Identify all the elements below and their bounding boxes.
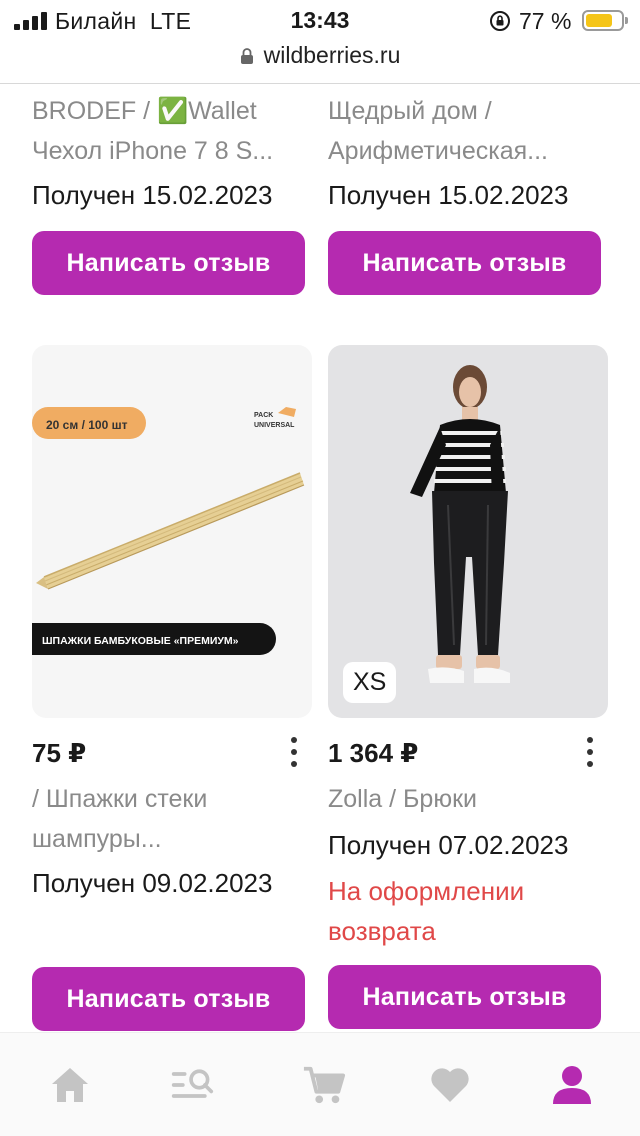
received-date: Получен 15.02.2023: [32, 180, 273, 210]
product-card[interactable]: XS 1 364 ₽ Zolla / Брюки Получен 07.02.2…: [328, 345, 608, 1029]
product-card[interactable]: BRODEF / ✅Wallet Чехол iPhone 7 8 S... П…: [32, 91, 312, 295]
product-card[interactable]: Щедрый дом / Арифметическая... Получен 1…: [328, 91, 608, 295]
product-price: 75 ₽: [32, 738, 87, 768]
secure-lock-icon: [240, 47, 253, 64]
status-bar: Билайн LTE 13:43 77 %: [0, 0, 640, 40]
url-text[interactable]: wildberries.ru: [264, 42, 401, 69]
brand-line: PACK: [254, 412, 273, 419]
more-options-icon[interactable]: [586, 737, 594, 769]
battery-icon: [582, 10, 628, 31]
size-tag-text: 20 см / 100 шт: [46, 418, 128, 432]
received-date: Получен 09.02.2023: [32, 868, 273, 898]
product-subtitle-line[interactable]: / Шпажки стеки: [32, 779, 312, 819]
nav-profile[interactable]: [550, 1063, 594, 1107]
purchases-grid: BRODEF / ✅Wallet Чехол iPhone 7 8 S... П…: [0, 85, 640, 1032]
return-status-line: возврата: [328, 916, 436, 946]
product-subtitle-line[interactable]: Щедрый дом /: [328, 91, 608, 131]
nav-favorites[interactable]: [428, 1063, 472, 1107]
return-status-line: На оформлении: [328, 876, 525, 906]
orientation-lock-icon: [490, 11, 510, 31]
received-date: Получен 07.02.2023: [328, 830, 569, 860]
home-icon: [52, 1068, 88, 1102]
write-review-button[interactable]: Написать отзыв: [32, 967, 305, 1031]
profile-icon: [553, 1066, 591, 1104]
product-banner-text: ШПАЖКИ БАМБУКОВЫЕ «ПРЕМИУМ»: [42, 635, 239, 647]
nav-catalog-search[interactable]: [170, 1063, 214, 1107]
price-row: 75 ₽: [32, 731, 312, 775]
brand-logo-mark: [278, 407, 296, 417]
cart-icon: [303, 1066, 346, 1104]
price-row: 1 364 ₽: [328, 731, 608, 775]
write-review-button[interactable]: Написать отзыв: [328, 231, 601, 295]
product-subtitle-line[interactable]: Чехол iPhone 7 8 S...: [32, 131, 312, 171]
product-card[interactable]: 20 см / 100 шт PACK UNIVERSAL ШПАЖКИ БАМ…: [32, 345, 312, 1031]
skewers-illustration: 20 см / 100 шт PACK UNIVERSAL ШПАЖКИ БАМ…: [32, 407, 305, 655]
browser-url-bar[interactable]: wildberries.ru: [0, 40, 640, 84]
nav-home[interactable]: [48, 1063, 92, 1107]
product-subtitle-line[interactable]: шампуры...: [32, 819, 312, 859]
battery-level-fill: [586, 14, 612, 27]
product-price: 1 364 ₽: [328, 738, 419, 768]
more-options-icon[interactable]: [290, 737, 298, 769]
product-image[interactable]: XS: [328, 345, 608, 718]
product-subtitle-line[interactable]: Zolla / Брюки: [328, 779, 608, 819]
bamboo-skewers-bundle: [36, 472, 305, 590]
heart-icon: [431, 1068, 469, 1102]
catalog-search-icon: [171, 1069, 214, 1098]
product-subtitle-line[interactable]: Арифметическая...: [328, 131, 608, 171]
product-image[interactable]: 20 см / 100 шт PACK UNIVERSAL ШПАЖКИ БАМ…: [32, 345, 312, 718]
product-subtitle-line[interactable]: BRODEF / ✅Wallet: [32, 91, 312, 131]
bottom-navigation: [0, 1032, 640, 1136]
write-review-button[interactable]: Написать отзыв: [328, 965, 601, 1029]
write-review-button[interactable]: Написать отзыв: [32, 231, 305, 295]
brand-line: UNIVERSAL: [254, 422, 295, 429]
battery-percent: 77 %: [519, 8, 572, 34]
nav-cart[interactable]: [302, 1063, 346, 1107]
size-badge: XS: [343, 662, 397, 703]
received-date: Получен 15.02.2023: [328, 180, 569, 210]
